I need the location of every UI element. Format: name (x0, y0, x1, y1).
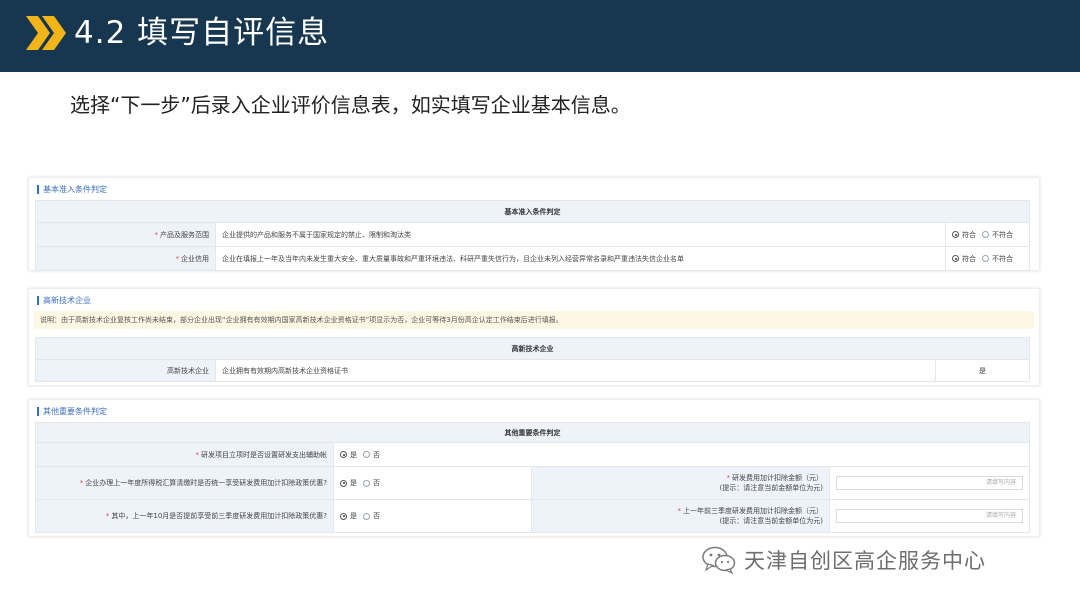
other-conditions-panel: 其他重要条件判定 其他重要条件判定 * 研发项目立项时是否设置研发支出辅助帐 是 … (28, 399, 1040, 537)
row-label: * 产品及服务范围 (35, 222, 216, 247)
hightech-note: 说明：由于高新技术企业复核工作尚未结束，部分企业出现“企业拥有有效期内国家高新技… (34, 311, 1034, 329)
hightech-panel: 高新技术企业 说明：由于高新技术企业复核工作尚未结束，部分企业出现“企业拥有有效… (28, 288, 1040, 386)
section-marker (37, 295, 39, 305)
table-row: * 企业信用 企业在填报上一年及当年内未发生重大安全、重大质量事故和严重环境违法、… (35, 246, 1030, 271)
row-label: * 企业办理上一年度所得税汇算清缴时是否统一享受研发费用加计扣除政策优惠? (35, 466, 334, 500)
row-radio-cell: 是 否 (333, 442, 1030, 467)
row-label: * 其中，上一年10月是否提前享受前三季度研发费用加计扣除政策优惠? (35, 499, 334, 533)
other-section-title: 其他重要条件判定 (43, 406, 107, 416)
table-caption-row: 基本准入条件判定 (35, 200, 1030, 223)
watermark-text: 天津自创区高企服务中心 (744, 549, 986, 573)
table-row: * 其中，上一年10月是否提前享受前三季度研发费用加计扣除政策优惠? 是 否 * 上… (35, 499, 1030, 533)
row-label: * 研发项目立项时是否设置研发支出辅助帐 (35, 442, 334, 467)
hightech-section-header: 高新技术企业 (29, 289, 1039, 311)
row-value: 是 (934, 359, 1031, 382)
table-caption-row: 其他重要条件判定 (35, 422, 1030, 443)
row-content: 企业拥有有效期内高新技术企业资格证书 (215, 359, 936, 382)
row-radio-cell: 是 否 (333, 499, 532, 533)
radio-no[interactable] (363, 479, 370, 487)
other-section-header: 其他重要条件判定 (29, 400, 1039, 422)
radio-yes[interactable] (340, 479, 347, 487)
wechat-icon (702, 546, 736, 574)
basic-table-caption: 基本准入条件判定 (35, 200, 1030, 223)
hightech-table: 高新技术企业 高新技术企业 企业拥有有效期内高新技术企业资格证书 是 (34, 337, 1031, 382)
hightech-section-title: 高新技术企业 (43, 295, 91, 305)
slide-header: 4.2 填写自评信息 (0, 0, 1080, 72)
amount-hint: (提示：请注意当前金额单位为元) (719, 484, 823, 492)
double-chevron-icon (26, 16, 66, 50)
row-radio-cell: 符合 不符合 (945, 246, 1030, 271)
hightech-table-caption: 高新技术企业 (34, 337, 1031, 360)
watermark: 天津自创区高企服务中心 (702, 545, 986, 575)
amount-input-cell: 请填写内容 (829, 499, 1030, 533)
table-row: * 产品及服务范围 企业提供的产品和服务不属于国家规定的禁止、限制和淘汰类 符合 … (35, 222, 1030, 247)
radio-no[interactable] (363, 451, 370, 458)
table-caption-row: 高新技术企业 (34, 337, 1031, 360)
section-marker (37, 406, 39, 416)
row-radio-cell: 是 否 (333, 466, 532, 500)
other-conditions-table: 其他重要条件判定 * 研发项目立项时是否设置研发支出辅助帐 是 否 * 企业办理上一… (35, 422, 1030, 533)
radio-yes[interactable] (340, 512, 347, 520)
table-row: * 企业办理上一年度所得税汇算清缴时是否统一享受研发费用加计扣除政策优惠? 是 否… (35, 466, 1030, 500)
amount-input[interactable]: 请填写内容 (836, 509, 1023, 523)
amount-label-cell: * 研发费用加计扣除金额（元） (提示：请注意当前金额单位为元) (531, 466, 830, 500)
basic-section-title: 基本准入条件判定 (43, 184, 107, 194)
section-marker (37, 184, 39, 194)
radio-yes[interactable] (340, 451, 347, 458)
slide-title: 4.2 填写自评信息 (74, 15, 330, 51)
radio-no[interactable] (982, 255, 989, 262)
slide: 4.2 填写自评信息 选择“下一步”后录入企业评价信息表，如实填写企业基本信息。… (0, 0, 1080, 608)
amount-label: 上一年前三季度研发费用加计扣除金额（元） (683, 507, 823, 515)
other-table-caption: 其他重要条件判定 (35, 422, 1030, 443)
amount-input-cell: 请填写内容 (829, 466, 1030, 500)
radio-yes[interactable] (952, 255, 959, 262)
basic-conditions-panel: 基本准入条件判定 基本准入条件判定 * 产品及服务范围 企业提供的产品和服务不属于… (28, 177, 1040, 271)
radio-yes[interactable] (952, 231, 959, 238)
amount-hint: (提示：请注意当前金额单位为元) (719, 517, 823, 525)
row-content: 企业在填报上一年及当年内未发生重大安全、重大质量事故和严重环境违法、科研严重失信… (215, 246, 946, 271)
amount-label: 研发费用加计扣除金额（元） (732, 474, 823, 482)
table-row: * 研发项目立项时是否设置研发支出辅助帐 是 否 (35, 442, 1030, 467)
row-label: 高新技术企业 (35, 359, 216, 382)
row-content: 企业提供的产品和服务不属于国家规定的禁止、限制和淘汰类 (215, 222, 946, 247)
amount-label-cell: * 上一年前三季度研发费用加计扣除金额（元） (提示：请注意当前金额单位为元) (531, 499, 830, 533)
table-row: 高新技术企业 企业拥有有效期内高新技术企业资格证书 是 (35, 359, 1031, 382)
radio-no[interactable] (363, 512, 370, 520)
row-radio-cell: 符合 不符合 (945, 222, 1030, 247)
basic-section-header: 基本准入条件判定 (29, 178, 1039, 200)
radio-no[interactable] (982, 231, 989, 238)
basic-conditions-table: 基本准入条件判定 * 产品及服务范围 企业提供的产品和服务不属于国家规定的禁止、限… (35, 200, 1030, 271)
slide-subtitle: 选择“下一步”后录入企业评价信息表，如实填写企业基本信息。 (70, 93, 631, 117)
amount-input[interactable]: 请填写内容 (836, 476, 1023, 490)
row-label: * 企业信用 (35, 246, 216, 271)
